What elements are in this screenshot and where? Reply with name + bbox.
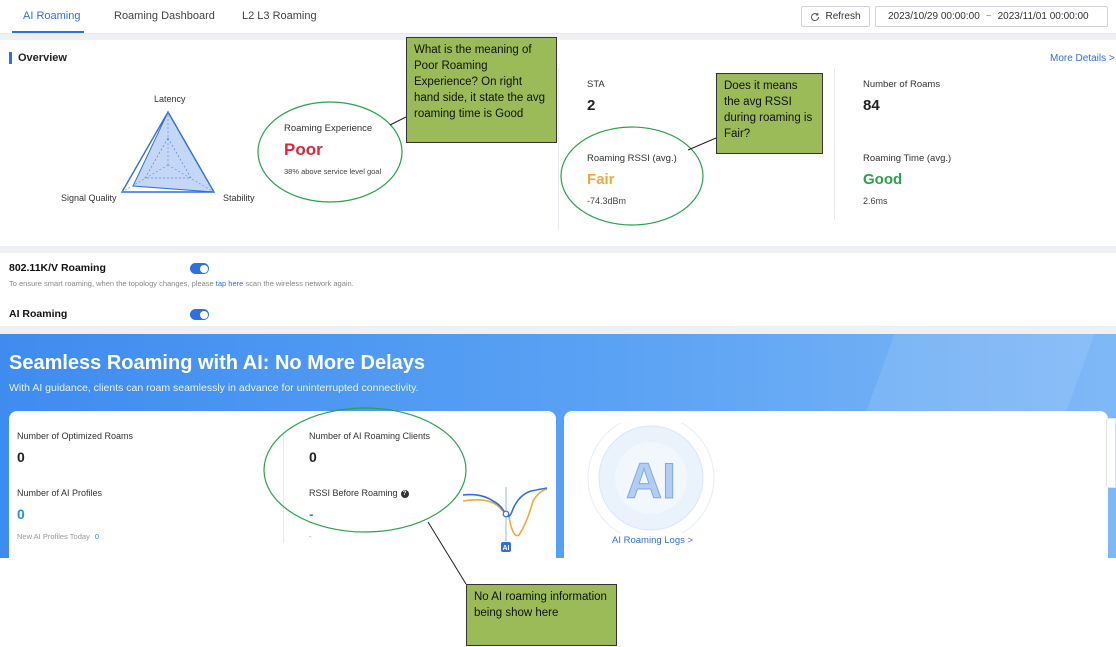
- divider: [834, 68, 835, 220]
- roaming-experience-label: Roaming Experience: [284, 123, 373, 134]
- rssi-before-label: RSSI Before Roaming?: [309, 488, 409, 498]
- roaming-time-sub: 2.6ms: [863, 196, 888, 206]
- radar-label-stability: Stability: [223, 193, 255, 203]
- tap-here-link[interactable]: tap here: [216, 279, 244, 288]
- optimized-roams-value: 0: [17, 449, 25, 465]
- ai-stats-card: Number of Optimized Roams 0 Number of AI…: [9, 411, 556, 558]
- ai-roaming-title: AI Roaming: [9, 308, 68, 320]
- roaming-experience-value: Poor: [284, 140, 323, 159]
- annotation-note-roaming-experience: What is the meaning of Poor Roaming Expe…: [406, 37, 557, 143]
- active-tab-indicator: [12, 31, 84, 33]
- roaming-experience-sub: 38% above service level goal: [284, 167, 382, 176]
- ai-profiles-today-value: 0: [94, 532, 99, 541]
- banner-subtitle: With AI guidance, clients can roam seaml…: [9, 382, 419, 394]
- roams-label: Number of Roams: [863, 79, 941, 90]
- date-start: 2023/10/29 00:00:00: [888, 11, 980, 22]
- banner-title: Seamless Roaming with AI: No More Delays: [9, 352, 426, 374]
- section-gap: [0, 246, 1116, 253]
- rssi-label: Roaming RSSI (avg.): [587, 153, 677, 164]
- rssi-before-text: RSSI Before Roaming: [309, 488, 398, 498]
- ai-profiles-value: 0: [17, 506, 25, 522]
- optimized-roams-label: Number of Optimized Roams: [17, 431, 134, 441]
- date-end: 2023/11/01 00:00:00: [997, 11, 1089, 22]
- ai-clients-value: 0: [309, 449, 317, 465]
- divider: [558, 68, 559, 230]
- rssi-sub: -74.3dBm: [587, 196, 627, 206]
- refresh-button[interactable]: Refresh: [801, 6, 870, 27]
- kv-roaming-title: 802.11K/V Roaming: [9, 262, 106, 274]
- ai-clients-label: Number of AI Roaming Clients: [309, 431, 431, 441]
- help-icon[interactable]: ?: [400, 489, 409, 498]
- kv-roaming-toggle[interactable]: [190, 263, 209, 274]
- tab-l2-l3-roaming[interactable]: L2 L3 Roaming: [242, 10, 317, 22]
- refresh-label: Refresh: [825, 11, 861, 22]
- ai-roaming-banner: Seamless Roaming with AI: No More Delays…: [0, 334, 1116, 558]
- more-details-link[interactable]: More Details >: [1050, 53, 1115, 64]
- ai-roaming-logs-link[interactable]: AI Roaming Logs >: [612, 535, 693, 546]
- radar-label-latency: Latency: [154, 94, 186, 104]
- radar-chart: [120, 110, 216, 193]
- kv-roaming-hint: To ensure smart roaming, when the topolo…: [9, 279, 354, 288]
- rssi-before-sub: -: [309, 532, 312, 541]
- ai-profiles-label: Number of AI Profiles: [17, 488, 103, 498]
- annotation-note-rssi: Does it means the avg RSSI during roamin…: [716, 73, 823, 154]
- hint-text: scan the wireless network again.: [243, 279, 354, 288]
- annotation-note-ai-roaming: No AI roaming information being show her…: [466, 584, 617, 646]
- roams-value: 84: [863, 97, 880, 114]
- rssi-value: Fair: [587, 171, 615, 188]
- banner-decoration: [865, 334, 1095, 414]
- ai-profiles-today: New AI Profiles Today 0: [17, 532, 99, 541]
- refresh-icon: [811, 12, 820, 21]
- roaming-settings: 802.11K/V Roaming To ensure smart roamin…: [0, 253, 1116, 326]
- roaming-time-value: Good: [863, 171, 903, 188]
- rssi-before-value: -: [309, 506, 314, 522]
- top-tab-bar: AI Roaming Roaming Dashboard L2 L3 Roami…: [0, 0, 1116, 34]
- overview-section: Overview More Details > Latency Signal Q…: [0, 40, 1116, 246]
- ai-logo-text: AI: [626, 453, 676, 509]
- side-toolbar-edge[interactable]: [1106, 418, 1116, 488]
- graph-ai-badge: AI: [503, 545, 510, 552]
- section-gap: [0, 326, 1116, 334]
- tab-ai-roaming[interactable]: AI Roaming: [23, 10, 80, 22]
- ai-profiles-today-label: New AI Profiles Today: [17, 532, 90, 541]
- ai-roaming-toggle[interactable]: [190, 309, 209, 320]
- radar-label-signal-quality: Signal Quality: [61, 193, 117, 203]
- rssi-illustration: AI: [462, 487, 548, 552]
- tab-roaming-dashboard[interactable]: Roaming Dashboard: [114, 10, 215, 22]
- ai-logs-card: AI AI Roaming Logs >: [564, 411, 1108, 558]
- hint-text: To ensure smart roaming, when the topolo…: [9, 279, 216, 288]
- sta-value: 2: [587, 97, 596, 114]
- overview-title: Overview: [9, 52, 67, 64]
- sta-label: STA: [587, 79, 605, 90]
- divider: [283, 433, 284, 543]
- date-range-picker[interactable]: 2023/10/29 00:00:00 ~ 2023/11/01 00:00:0…: [875, 6, 1108, 27]
- roaming-time-label: Roaming Time (avg.): [863, 153, 952, 164]
- ai-logo: AI: [587, 423, 715, 533]
- date-separator: ~: [985, 11, 992, 22]
